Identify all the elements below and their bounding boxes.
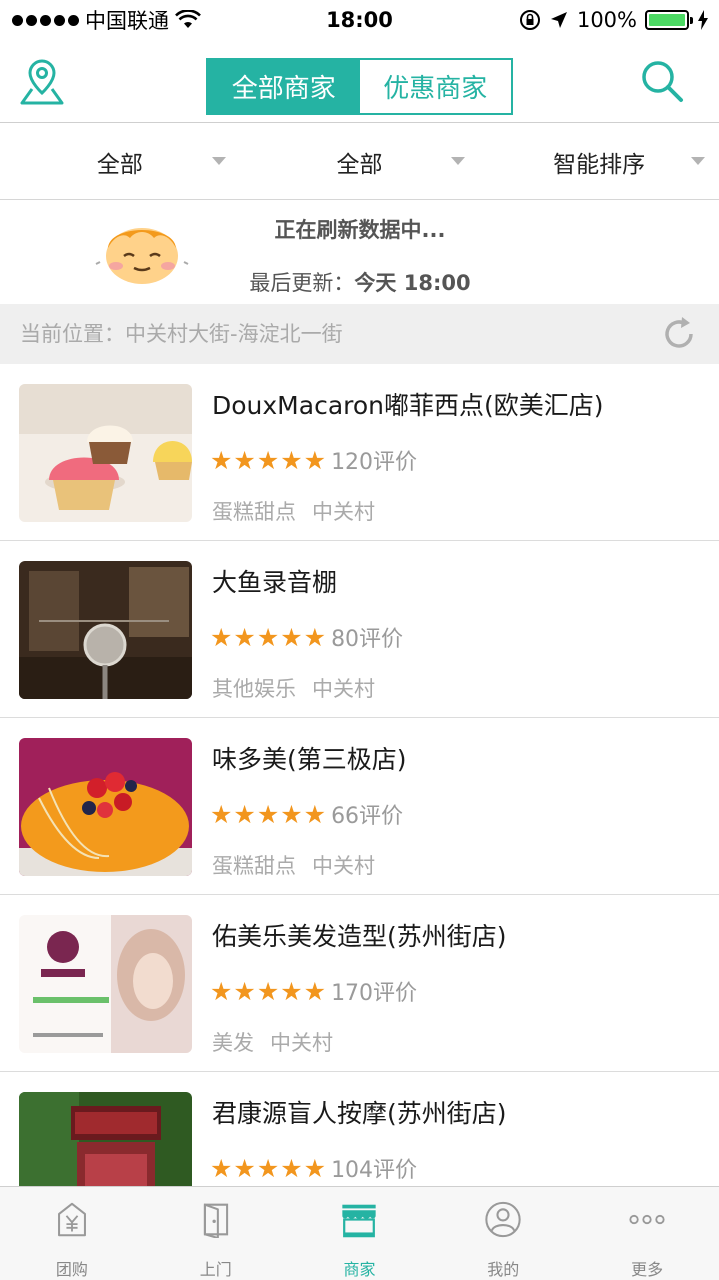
review-count: 120评价 — [331, 450, 418, 475]
shop-rating: ★★★★★ 80评价 — [210, 621, 403, 653]
shop-name: DouxMacaron嘟菲西点(欧美汇店) — [212, 391, 604, 420]
bottom-tab-bar: 团购 上门 商家 我的 更多 — [0, 1186, 719, 1280]
star-rating: ★★★★★ — [210, 445, 328, 475]
tab-label: 商家 — [343, 1260, 376, 1279]
mascot-face-icon — [95, 228, 189, 284]
tab-more[interactable]: 更多 — [575, 1187, 719, 1280]
shop-rating: ★★★★★ 120评价 — [210, 444, 417, 476]
shop-rating: ★★★★★ 66评价 — [210, 798, 403, 830]
status-left: 中国联通 — [12, 0, 201, 40]
shop-tags: 蛋糕甜点 中关村 — [212, 496, 375, 526]
refresh-location-icon[interactable] — [661, 316, 697, 352]
door-icon — [203, 1203, 228, 1238]
shop-category: 蛋糕甜点 — [212, 854, 296, 878]
shop-name: 佑美乐美发造型(苏州街店) — [212, 922, 507, 951]
current-location-text: 当前位置：中关村大街-海淀北一街 — [20, 304, 343, 364]
shop-thumbnail — [19, 384, 192, 522]
tab-label: 上门 — [199, 1260, 232, 1279]
filter-area-label: 全部 — [336, 151, 383, 178]
shop-thumbnail — [19, 738, 192, 876]
review-count: 80评价 — [331, 627, 404, 652]
shop-thumbnail — [19, 1092, 192, 1186]
filter-category-label: 全部 — [96, 151, 143, 178]
filter-area[interactable]: 全部 — [240, 124, 480, 199]
current-location-bar: 当前位置：中关村大街-海淀北一街 — [0, 304, 719, 364]
location-arrow-icon — [550, 12, 567, 28]
shop-thumbnail — [19, 561, 192, 699]
tab-discount-merchants[interactable]: 优惠商家 — [359, 60, 511, 113]
shop-thumbnail — [19, 915, 192, 1053]
last-update-label: 最后更新： — [249, 271, 355, 295]
user-icon — [485, 1201, 521, 1238]
tab-label: 更多 — [631, 1260, 664, 1279]
shop-name: 味多美(第三极店) — [212, 745, 407, 774]
shop-rating: ★★★★★ 104评价 — [210, 1152, 417, 1184]
nav-bar: 全部商家 优惠商家 — [0, 40, 719, 123]
carrier-label: 中国联通 — [85, 9, 169, 33]
status-right: 100% — [519, 0, 709, 40]
dropdown-triangle-icon — [691, 157, 706, 165]
star-rating: ★★★★★ — [210, 622, 328, 652]
shop-tags: 蛋糕甜点 中关村 — [212, 850, 375, 880]
tab-all-merchants[interactable]: 全部商家 — [208, 60, 360, 113]
storefront-icon — [342, 1204, 377, 1238]
tab-label: 我的 — [487, 1260, 520, 1279]
battery-icon — [645, 10, 693, 30]
filter-sort-label: 智能排序 — [553, 151, 646, 178]
shop-name: 君康源盲人按摩(苏州街店) — [212, 1099, 507, 1128]
review-count: 104评价 — [331, 1158, 418, 1183]
filter-category[interactable]: 全部 — [0, 124, 240, 199]
shop-area: 中关村 — [270, 1031, 333, 1055]
location-value: 中关村大街-海淀北一街 — [125, 322, 343, 346]
dropdown-triangle-icon — [211, 157, 226, 165]
tab-merchants[interactable]: 商家 — [288, 1187, 432, 1280]
shop-category: 蛋糕甜点 — [212, 500, 296, 524]
pull-to-refresh: 正在刷新数据中... 最后更新：今天 18:00 — [0, 200, 719, 304]
shop-list: DouxMacaron嘟菲西点(欧美汇店) ★★★★★ 120评价 蛋糕甜点 中… — [0, 364, 719, 1186]
rotation-lock-icon — [519, 10, 540, 30]
review-count: 66评价 — [331, 804, 404, 829]
battery-percent: 100% — [576, 8, 637, 32]
shop-item[interactable]: DouxMacaron嘟菲西点(欧美汇店) ★★★★★ 120评价 蛋糕甜点 中… — [0, 364, 719, 541]
yuan-bag-icon — [57, 1202, 86, 1237]
shop-item[interactable]: 大鱼录音棚 ★★★★★ 80评价 其他娱乐 中关村 — [0, 541, 719, 718]
review-count: 170评价 — [331, 981, 418, 1006]
shop-rating: ★★★★★ 170评价 — [210, 975, 417, 1007]
shop-item[interactable]: 君康源盲人按摩(苏州街店) ★★★★★ 104评价 — [0, 1072, 719, 1186]
tab-mine[interactable]: 我的 — [431, 1187, 575, 1280]
star-rating: ★★★★★ — [210, 976, 328, 1006]
merchant-segmented-control: 全部商家 优惠商家 — [206, 58, 513, 115]
shop-item[interactable]: 佑美乐美发造型(苏州街店) ★★★★★ 170评价 美发 中关村 — [0, 895, 719, 1072]
filter-sort[interactable]: 智能排序 — [479, 124, 719, 199]
tab-door-service[interactable]: 上门 — [144, 1187, 288, 1280]
location-label: 当前位置： — [20, 322, 125, 346]
refresh-status-text: 正在刷新数据中... — [274, 218, 446, 242]
shop-area: 中关村 — [312, 854, 375, 878]
charging-icon — [698, 10, 708, 30]
last-update-text: 最后更新：今天 18:00 — [200, 267, 520, 297]
more-dots-icon — [629, 1214, 665, 1225]
shop-tags: 其他娱乐 中关村 — [212, 673, 375, 703]
dropdown-triangle-icon — [451, 157, 466, 165]
shop-item[interactable]: 味多美(第三极店) ★★★★★ 66评价 蛋糕甜点 中关村 — [0, 718, 719, 895]
last-update-value: 今天 18:00 — [354, 271, 471, 295]
star-rating: ★★★★★ — [210, 1153, 328, 1183]
shop-area: 中关村 — [312, 677, 375, 701]
shop-area: 中关村 — [312, 500, 375, 524]
wifi-icon — [175, 10, 201, 28]
status-bar: 中国联通 18:00 100% — [0, 0, 719, 40]
shop-category: 其他娱乐 — [212, 677, 296, 701]
search-icon[interactable] — [639, 58, 685, 104]
shop-tags: 美发 中关村 — [212, 1027, 333, 1057]
filter-bar: 全部 全部 智能排序 — [0, 124, 719, 200]
signal-icon — [12, 14, 79, 26]
map-pin-icon[interactable] — [18, 57, 66, 107]
tab-group-buy[interactable]: 团购 — [0, 1187, 144, 1280]
tab-label: 团购 — [55, 1260, 88, 1279]
shop-name: 大鱼录音棚 — [212, 568, 338, 597]
shop-category: 美发 — [212, 1031, 254, 1055]
star-rating: ★★★★★ — [210, 799, 328, 829]
